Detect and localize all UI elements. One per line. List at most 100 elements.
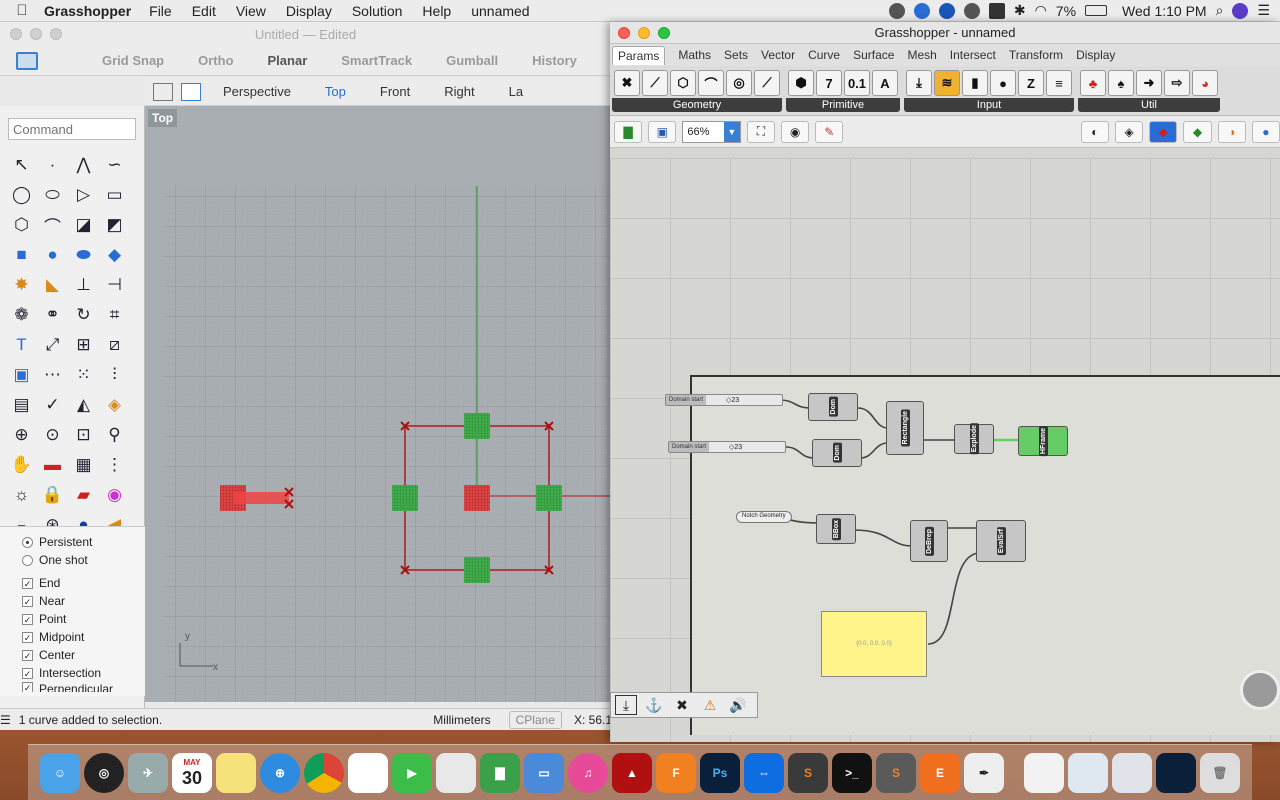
integer-param-icon[interactable]: 7 — [816, 70, 842, 96]
menu-solution[interactable]: Solution — [352, 3, 403, 19]
smarttrack-toggle[interactable]: SmartTrack — [341, 53, 412, 68]
magnifier-icon[interactable]: ⚲ — [99, 420, 130, 450]
extend-icon[interactable]: ⊣ — [99, 270, 130, 300]
screenshots-stack-icon[interactable] — [1112, 752, 1152, 793]
eagle-icon[interactable]: E — [920, 752, 960, 793]
surface-icon[interactable]: ◪ — [68, 210, 99, 240]
clear-icon[interactable]: ✖ — [671, 695, 693, 715]
layer-icon[interactable]: ▣ — [6, 360, 37, 390]
domain-slider-1[interactable]: Domain start ◇23 — [665, 394, 783, 406]
sublime-text-icon[interactable]: S — [876, 752, 916, 793]
polygon-icon[interactable]: ▷ — [68, 180, 99, 210]
ps-file-icon[interactable] — [1156, 752, 1196, 793]
chrome-icon[interactable] — [304, 752, 344, 793]
cylinder-icon[interactable]: ⬬ — [68, 240, 99, 270]
gumball-toggle[interactable]: Gumball — [446, 53, 498, 68]
cherry-icon[interactable]: ♣ — [1080, 70, 1106, 96]
brep-param-icon[interactable]: ◎ — [726, 70, 752, 96]
bluetooth-icon[interactable]: ✱ — [1014, 2, 1026, 19]
numbers-icon[interactable]: ▇ — [480, 752, 520, 793]
number-param-icon[interactable]: 0.1 — [844, 70, 870, 96]
gh-minimize-button[interactable] — [638, 27, 650, 39]
itunes-icon[interactable]: ♫ — [568, 752, 608, 793]
tab-params[interactable]: Params — [612, 45, 666, 65]
circle-icon[interactable]: ◯ — [6, 180, 37, 210]
split-icon[interactable]: ◣ — [37, 270, 68, 300]
relay-arrow-icon[interactable]: ➜ — [1136, 70, 1162, 96]
tab-layers[interactable]: La — [509, 84, 523, 99]
keynote-icon[interactable]: ▭ — [524, 752, 564, 793]
text-icon[interactable]: T — [6, 330, 37, 360]
top-viewport[interactable]: y x Top — [145, 106, 612, 702]
box-icon[interactable]: ■ — [6, 240, 37, 270]
ribbon-label-util[interactable]: Util — [1078, 98, 1220, 112]
dom-component-2[interactable]: Dom — [812, 439, 862, 467]
dom-component-1[interactable]: Dom — [808, 393, 858, 421]
tab-maths[interactable]: Maths — [678, 48, 711, 62]
acrobat-icon[interactable]: ▲ — [612, 752, 652, 793]
notes-icon[interactable] — [216, 752, 256, 793]
inkscape-icon[interactable]: ✒ — [964, 752, 1004, 793]
close-button[interactable] — [10, 28, 22, 40]
tab-intersect[interactable]: Intersect — [950, 48, 996, 62]
notch-left[interactable] — [392, 485, 418, 511]
warning-icon[interactable]: ⚠ — [699, 695, 721, 715]
downloads-stack-icon[interactable] — [1068, 752, 1108, 793]
yellow-panel[interactable]: {0.0, 0.0, 0.0} — [821, 611, 927, 677]
ribbon-label-primitive[interactable]: Primitive — [786, 98, 900, 112]
launchpad-icon[interactable]: ✈ — [128, 752, 168, 793]
menu-edit[interactable]: Edit — [192, 3, 216, 19]
grid-array-icon[interactable]: ⁙ — [68, 360, 99, 390]
check-end[interactable]: ✓ End — [0, 574, 145, 592]
finder-icon[interactable]: ☺ — [40, 752, 80, 793]
bbox-component[interactable]: BBox — [816, 514, 856, 544]
checkbox[interactable]: ✓ — [22, 682, 33, 692]
explode-component[interactable]: Explode — [954, 423, 994, 455]
tree-icon[interactable]: ♠ — [1108, 70, 1134, 96]
malwarebytes-icon[interactable] — [988, 2, 1005, 19]
check-perpendicular[interactable]: ✓ Perpendicular — [0, 682, 145, 692]
cloud-icon[interactable] — [888, 2, 905, 19]
radio-one-shot[interactable]: One shot — [0, 551, 145, 569]
zoom-icon[interactable]: ⊕ — [6, 420, 37, 450]
tab-curve[interactable]: Curve — [808, 48, 840, 62]
light-icon[interactable]: ☼ — [6, 480, 37, 510]
trim-icon[interactable]: ⊥ — [68, 270, 99, 300]
siri-dock-icon[interactable]: ◎ — [84, 752, 124, 793]
boolean-param-icon[interactable]: ⬢ — [788, 70, 814, 96]
rectangle-icon[interactable]: ▭ — [99, 180, 130, 210]
tab-right[interactable]: Right — [444, 84, 474, 99]
zoom-extents-icon[interactable]: ⛶ — [746, 120, 776, 143]
debrep-component[interactable]: DeBrep — [910, 520, 948, 562]
bake-icon[interactable]: ◑ — [1217, 120, 1246, 143]
shade-icon[interactable]: ◭ — [68, 390, 99, 420]
ribbon-label-geometry[interactable]: Geometry — [612, 98, 782, 112]
value-list-icon[interactable]: ≡ — [1046, 70, 1072, 96]
book-icon[interactable]: ▰ — [68, 480, 99, 510]
teamviewer-dock-icon[interactable]: ⇔ — [744, 752, 784, 793]
fillet-icon[interactable]: ⌒ — [37, 210, 68, 240]
tab-vector[interactable]: Vector — [761, 48, 795, 62]
document-icon[interactable] — [1024, 752, 1064, 793]
evalsrf-component[interactable]: EvalSrf — [976, 520, 1026, 562]
search-icon[interactable]: ⌕ — [1216, 2, 1224, 19]
viewport-label[interactable]: Top — [148, 109, 178, 127]
domain-slider-2[interactable]: Domain start ◇23 — [668, 441, 786, 453]
select-arrow-icon[interactable]: ↖ — [6, 150, 37, 180]
arc-param-icon[interactable]: ⌒ — [698, 70, 724, 96]
array-icon[interactable]: ⋯ — [37, 360, 68, 390]
mirror-icon[interactable]: ⧄ — [99, 330, 130, 360]
rotate-icon[interactable]: ↻ — [68, 300, 99, 330]
notch-top[interactable] — [464, 413, 490, 439]
notch-right[interactable] — [536, 485, 562, 511]
siri-icon[interactable] — [1232, 2, 1249, 19]
zoom-extents-icon[interactable]: ⊡ — [68, 420, 99, 450]
car-icon[interactable]: ▬ — [37, 450, 68, 480]
lock-icon[interactable]: 🔒 — [37, 480, 68, 510]
text-param-icon[interactable]: A — [872, 70, 898, 96]
zoom-window-icon[interactable]: ⊙ — [37, 420, 68, 450]
menu-help[interactable]: Help — [422, 3, 451, 19]
sketch-icon[interactable]: ✎ — [815, 120, 844, 143]
toggle-icon[interactable]: ▮ — [962, 70, 988, 96]
menu-app-name[interactable]: Grasshopper — [44, 3, 131, 19]
